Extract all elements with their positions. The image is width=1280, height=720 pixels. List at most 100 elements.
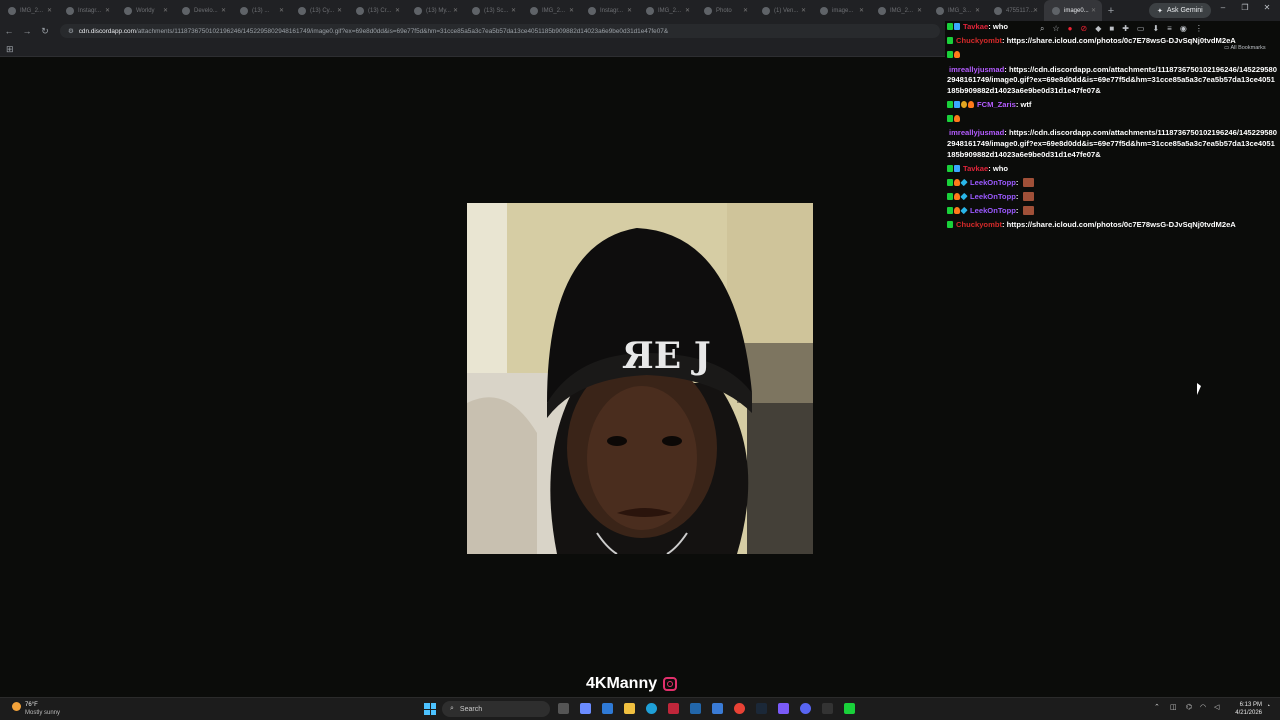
ask-gemini-button[interactable]: ✦ Ask Gemini [1149, 3, 1211, 18]
tab-close-icon[interactable]: ✕ [337, 7, 342, 14]
kick-app-icon[interactable] [844, 703, 855, 714]
start-button[interactable] [424, 703, 436, 715]
chat-username[interactable]: Tavkae [963, 22, 988, 31]
task-view-icon[interactable] [558, 703, 569, 714]
browser-tab[interactable]: Instagr... ✕ [580, 0, 638, 21]
browser-tab[interactable]: 4755117... ✕ [986, 0, 1044, 21]
chat-username[interactable]: FCM_Zaris [977, 100, 1016, 109]
chat-username[interactable]: LeekOnTopp [970, 178, 1016, 187]
tab-close-icon[interactable]: ✕ [917, 7, 922, 14]
store-app-icon[interactable] [602, 703, 613, 714]
tab-close-icon[interactable]: ✕ [395, 7, 400, 14]
notification-bell-icon[interactable]: ◔ [1266, 703, 1270, 710]
browser-tab[interactable]: (13) ... ✕ [232, 0, 290, 21]
browser-tab[interactable]: IMG_3... ✕ [928, 0, 986, 21]
network-icon[interactable]: ⌬ [1186, 703, 1192, 711]
weather-widget[interactable]: 76°F Mostly sunny [25, 701, 60, 717]
tab-close-icon[interactable]: ✕ [627, 7, 632, 14]
new-tab-button[interactable]: + [1102, 5, 1120, 17]
tab-list: IMG_2... ✕ Instagr... ✕ Worldy ✕ Develo... ✕ (13… [0, 0, 1102, 21]
chat-username[interactable]: Chuckyombt [956, 220, 1002, 229]
tab-label: IMG_2... [542, 7, 566, 14]
blue-app-icon[interactable] [690, 703, 701, 714]
tray-chevron-icon[interactable]: ⌃ [1154, 703, 1160, 711]
chat-username[interactable]: Chuckyombt [956, 36, 1002, 45]
tab-close-icon[interactable]: ✕ [279, 7, 284, 14]
chat-username[interactable]: imreallyjusmad [949, 128, 1004, 137]
taskbar-search[interactable]: ⌕ Search [442, 701, 550, 717]
tab-label: (13) Sc... [484, 7, 509, 14]
chat-username[interactable]: LeekOnTopp [970, 192, 1016, 201]
tab-close-icon[interactable]: ✕ [453, 7, 458, 14]
forward-icon[interactable]: → [18, 26, 36, 36]
tab-close-icon[interactable]: ✕ [163, 7, 168, 14]
chat-text: who [992, 163, 1009, 173]
widgets-app-icon[interactable] [580, 703, 591, 714]
reload-icon[interactable]: ↻ [36, 26, 54, 37]
chat-username[interactable]: LeekOnTopp [970, 206, 1016, 215]
tab-close-icon[interactable]: ✕ [47, 7, 52, 14]
browser-tab[interactable]: Worldy ✕ [116, 0, 174, 21]
kick-badge-icon [947, 164, 953, 172]
calculator-icon[interactable] [778, 703, 789, 714]
tab-close-icon[interactable]: ✕ [569, 7, 574, 14]
browser-tab[interactable]: (13) Sc... ✕ [464, 0, 522, 21]
tab-close-icon[interactable]: ✕ [685, 7, 690, 14]
tab-close-icon[interactable]: ✕ [975, 7, 980, 14]
terminal-icon[interactable] [822, 703, 833, 714]
chat-message: Tavkae: who [947, 22, 1277, 33]
tab-close-icon[interactable]: ✕ [743, 7, 748, 14]
close-window-icon[interactable]: ✕ [1260, 3, 1274, 12]
tab-close-icon[interactable]: ✕ [105, 7, 110, 14]
weather-icon[interactable] [12, 702, 21, 711]
chat-overlay: Tavkae: who Chuckyombt: https://share.icl… [947, 22, 1277, 235]
photos-app-icon[interactable] [712, 703, 723, 714]
discord-icon[interactable] [800, 703, 811, 714]
browser-tab[interactable]: image0... ✕ [1044, 0, 1102, 21]
chat-text[interactable]: https://share.icloud.com/photos/0c7E78ws… [1007, 36, 1236, 45]
volume-icon[interactable]: ◁ [1214, 703, 1219, 711]
tab-close-icon[interactable]: ✕ [221, 7, 226, 14]
maximize-icon[interactable]: ❐ [1238, 3, 1252, 12]
browser-tab[interactable]: IMG_2... ✕ [638, 0, 696, 21]
red-app-icon[interactable] [668, 703, 679, 714]
displayed-image[interactable]: ЯE J [467, 203, 813, 554]
tab-label: (13) My... [426, 7, 451, 14]
wifi-icon[interactable]: ◠ [1200, 703, 1206, 711]
browser-tab[interactable]: Photo ✕ [696, 0, 754, 21]
browser-tab[interactable]: IMG_2... ✕ [0, 0, 58, 21]
back-icon[interactable]: ← [0, 26, 18, 36]
fire-badge-icon [954, 115, 960, 123]
chat-username[interactable]: Tavkae [963, 164, 988, 173]
browser-tab[interactable]: Instagr... ✕ [58, 0, 116, 21]
browser-tab[interactable]: (13) My... ✕ [406, 0, 464, 21]
browser-tab[interactable]: (1) Ven... ✕ [754, 0, 812, 21]
browser-tab[interactable]: IMG_2... ✕ [522, 0, 580, 21]
tab-close-icon[interactable]: ✕ [1033, 7, 1038, 14]
apps-grid-icon[interactable]: ⊞ [6, 44, 14, 55]
address-bar[interactable]: ⚙ cdn.discordapp.com/attachments/1118736… [60, 24, 940, 38]
minimize-icon[interactable]: – [1216, 3, 1230, 12]
portrait-image: ЯE J [467, 203, 813, 554]
tab-close-icon[interactable]: ✕ [801, 7, 806, 14]
edge-icon[interactable] [646, 703, 657, 714]
file-explorer-icon[interactable] [624, 703, 635, 714]
svg-text:ЯE J: ЯE J [622, 335, 711, 377]
steam-icon[interactable] [756, 703, 767, 714]
tab-close-icon[interactable]: ✕ [859, 7, 864, 14]
browser-tab[interactable]: image... ✕ [812, 0, 870, 21]
browser-tab[interactable]: IMG_2... ✕ [870, 0, 928, 21]
browser-tab[interactable]: (13) Cy... ✕ [290, 0, 348, 21]
clock[interactable]: 6:13 PM 4/21/2026 [1228, 701, 1262, 717]
chat-text[interactable]: https://share.icloud.com/photos/0c7E78ws… [1007, 220, 1236, 229]
browser-tab[interactable]: (13) Cr... ✕ [348, 0, 406, 21]
chat-username[interactable]: imreallyjusmad [949, 65, 1004, 74]
site-info-icon[interactable]: ⚙ [68, 27, 74, 35]
tab-label: 4755117... [1006, 7, 1034, 14]
browser-tab[interactable]: Develo... ✕ [174, 0, 232, 21]
tab-close-icon[interactable]: ✕ [1091, 7, 1096, 14]
tab-close-icon[interactable]: ✕ [511, 7, 516, 14]
chrome-icon[interactable] [734, 703, 745, 714]
tray-app-icon[interactable]: ◫ [1170, 703, 1177, 711]
tab-label: Photo [716, 7, 732, 14]
